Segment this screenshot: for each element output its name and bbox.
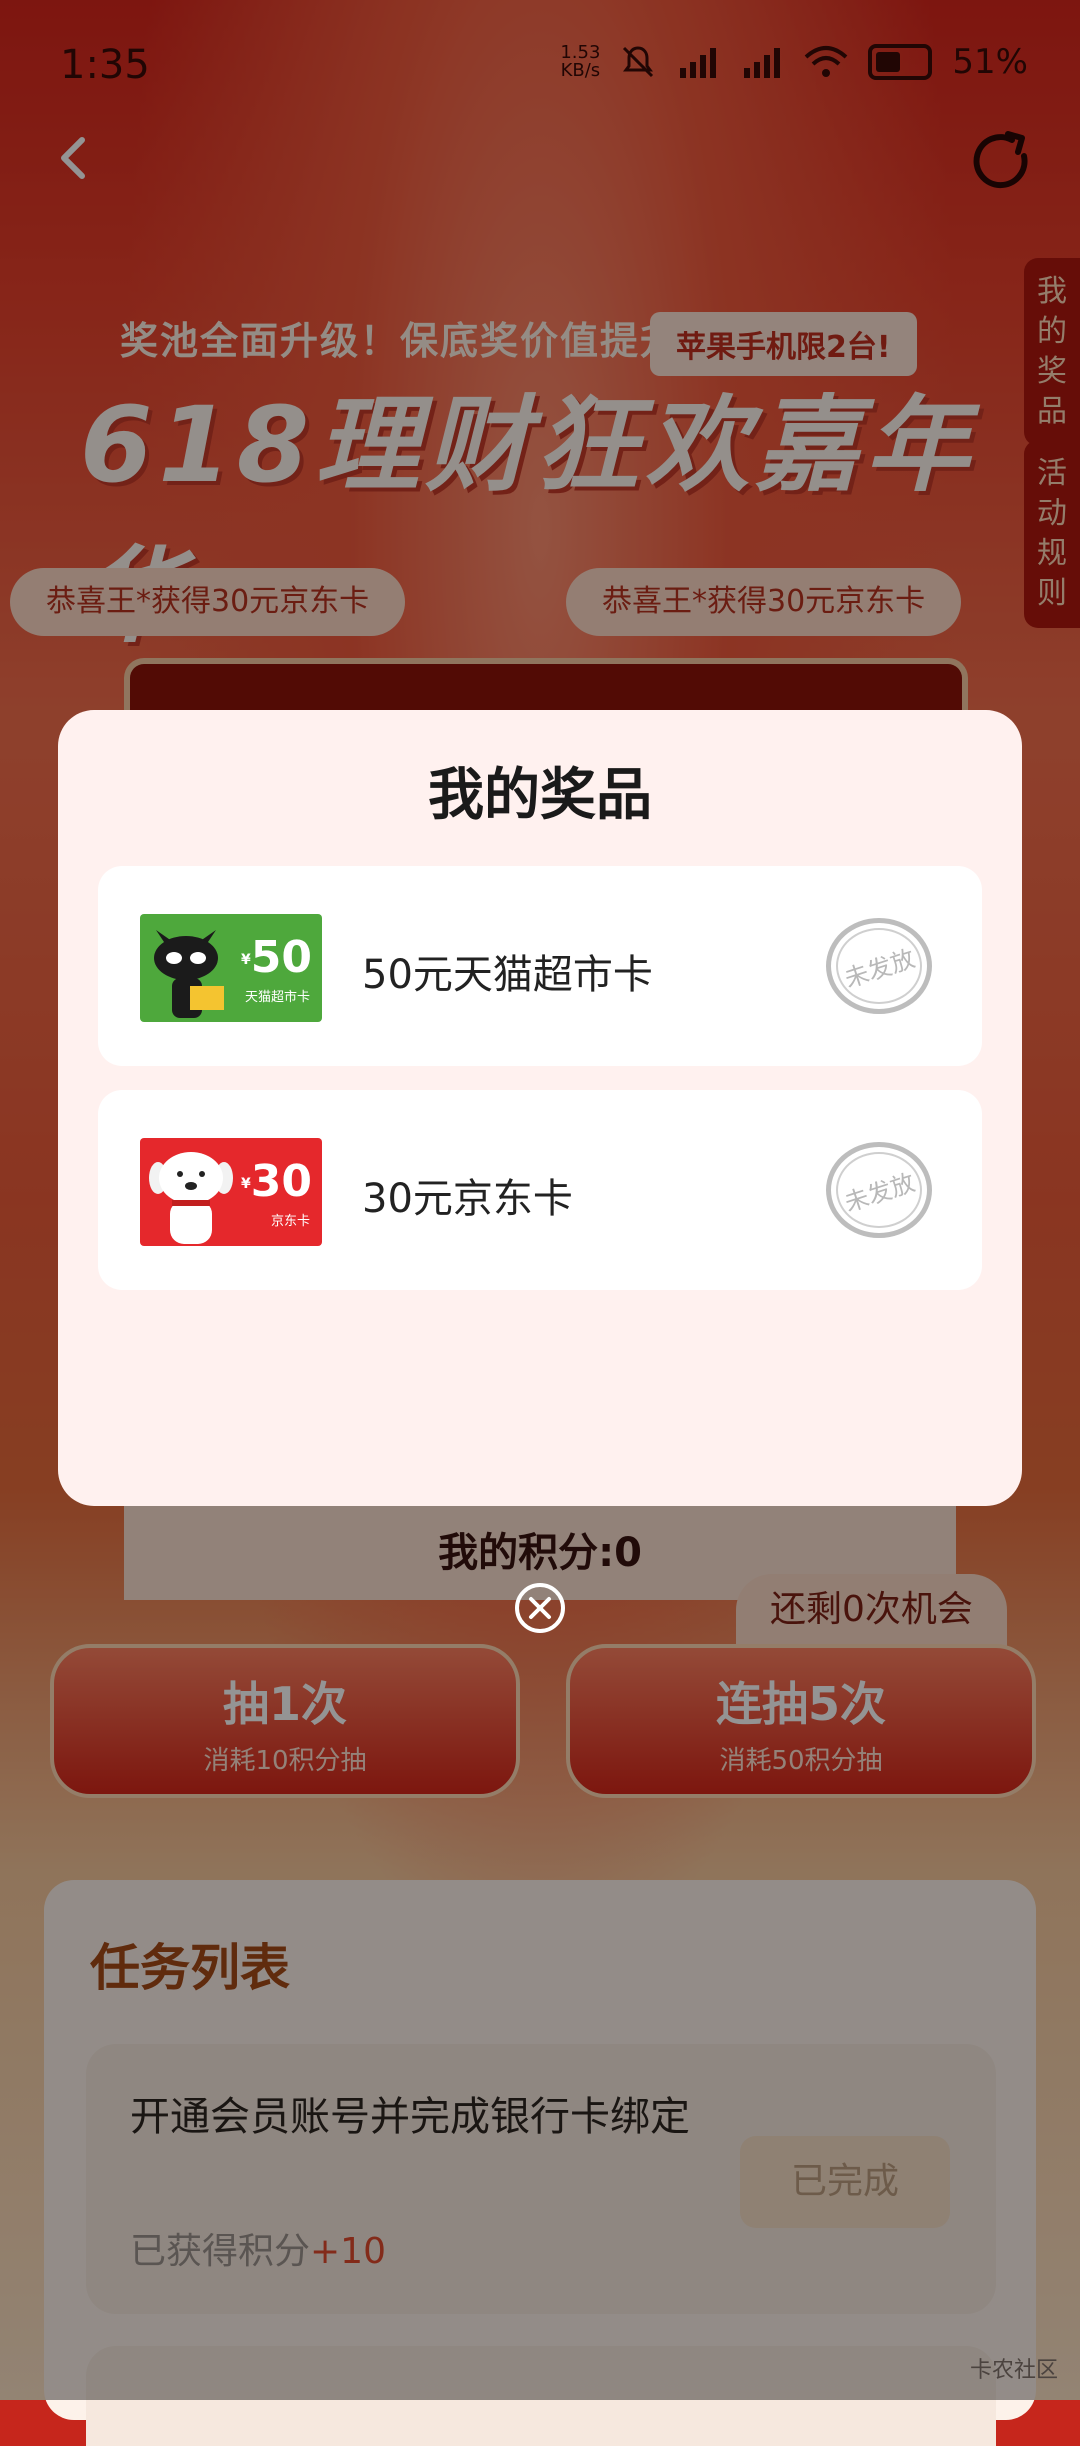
prize-row: ¥50 天猫超市卡 50元天猫超市卡 未发放 [98, 866, 982, 1066]
prize-name: 30元京东卡 [362, 1176, 573, 1222]
watermark: 卡农社区 [969, 2358, 1058, 2383]
my-prizes-modal: 我的奖品 ¥50 天猫超市卡 50元天猫超市卡 未发放 ¥30 京东卡 30元京… [58, 710, 1022, 1506]
modal-title: 我的奖品 [428, 763, 652, 828]
tmall-cat-icon [154, 930, 224, 1018]
jd-card-image: ¥30 京东卡 [140, 1138, 322, 1246]
prize-row: ¥30 京东卡 30元京东卡 未发放 [98, 1090, 982, 1290]
tmall-card-image: ¥50 天猫超市卡 [140, 914, 322, 1022]
not-issued-stamp: 未发放 [826, 1142, 932, 1238]
close-icon[interactable] [514, 1582, 566, 1634]
jd-dog-icon [149, 1152, 233, 1244]
prize-name: 50元天猫超市卡 [362, 952, 653, 998]
not-issued-stamp: 未发放 [826, 918, 932, 1014]
